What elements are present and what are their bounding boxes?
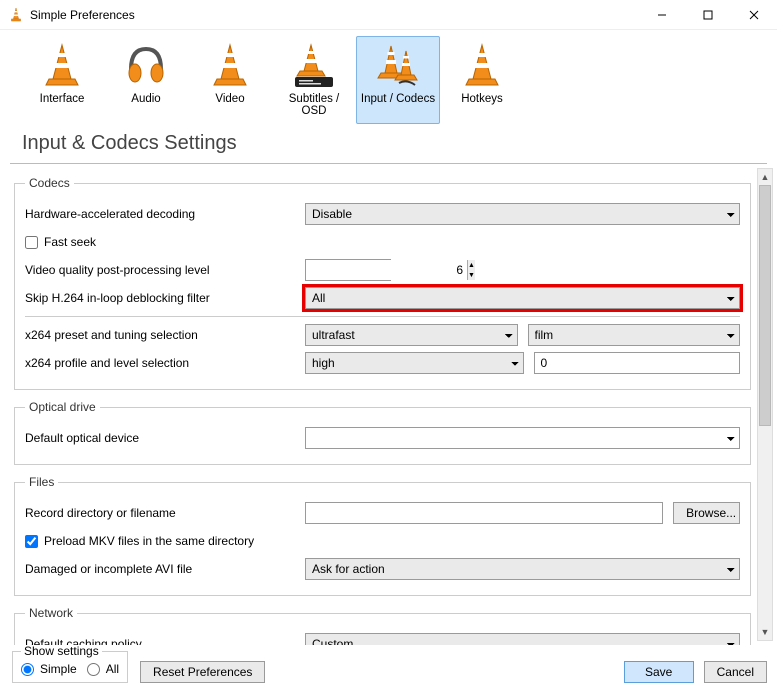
category-toolbar: Interface Audio Video: [0, 30, 777, 126]
tab-hotkeys[interactable]: Hotkeys: [440, 36, 524, 124]
vertical-scrollbar[interactable]: ▲ ▼: [757, 168, 773, 641]
show-simple-label: Simple: [40, 662, 77, 676]
files-legend: Files: [25, 475, 58, 489]
hw-decoding-label: Hardware-accelerated decoding: [25, 207, 305, 221]
maximize-button[interactable]: [685, 0, 731, 30]
titlebar: Simple Preferences: [0, 0, 777, 30]
x264-preset-label: x264 preset and tuning selection: [25, 328, 305, 342]
optical-legend: Optical drive: [25, 400, 100, 414]
optical-group: Optical drive Default optical device: [14, 400, 751, 465]
tab-label: Audio: [107, 93, 185, 105]
network-group: Network Default caching policy Custom HT…: [14, 606, 751, 645]
video-icon: [191, 41, 269, 91]
settings-pane: Codecs Hardware-accelerated decoding Dis…: [0, 164, 777, 645]
tab-label: Video: [191, 93, 269, 105]
window-title: Simple Preferences: [30, 8, 135, 22]
minimize-button[interactable]: [639, 0, 685, 30]
tab-label: Interface: [23, 93, 101, 105]
scroll-down-icon[interactable]: ▼: [758, 624, 772, 640]
pp-level-label: Video quality post-processing level: [25, 263, 305, 277]
show-all-label: All: [106, 662, 119, 676]
scroll-up-icon[interactable]: ▲: [758, 169, 772, 185]
x264-tuning-select[interactable]: film: [528, 324, 741, 346]
tab-interface[interactable]: Interface: [20, 36, 104, 124]
vlc-cone-icon: [8, 7, 24, 23]
tab-audio[interactable]: Audio: [104, 36, 188, 124]
footer-bar: Show settings Simple All Reset Preferenc…: [0, 648, 777, 691]
tab-label: Subtitles / OSD: [275, 93, 353, 117]
fast-seek-label: Fast seek: [44, 235, 96, 249]
damaged-avi-label: Damaged or incomplete AVI file: [25, 562, 305, 576]
show-all-radio[interactable]: All: [87, 662, 119, 676]
x264-level-input[interactable]: [534, 352, 741, 374]
show-settings-legend: Show settings: [21, 644, 102, 658]
reset-preferences-button[interactable]: Reset Preferences: [140, 661, 265, 683]
pp-level-spinner[interactable]: ▲ ▼: [305, 259, 391, 281]
optical-device-select[interactable]: [305, 427, 740, 449]
x264-profile-select[interactable]: high: [305, 352, 524, 374]
hw-decoding-select[interactable]: Disable: [305, 203, 740, 225]
save-button[interactable]: Save: [624, 661, 694, 683]
pp-level-input[interactable]: [306, 260, 467, 280]
tab-input-codecs[interactable]: Input / Codecs: [356, 36, 440, 124]
interface-icon: [23, 41, 101, 91]
scrollbar-thumb[interactable]: [759, 185, 771, 426]
record-dir-input[interactable]: [305, 502, 663, 524]
tab-label: Hotkeys: [443, 93, 521, 105]
skip-deblock-label: Skip H.264 in-loop deblocking filter: [25, 291, 305, 305]
optical-device-label: Default optical device: [25, 431, 305, 445]
spin-up-icon[interactable]: ▲: [468, 260, 475, 270]
input-codecs-icon: [359, 41, 437, 91]
subtitles-icon: [275, 41, 353, 91]
damaged-avi-select[interactable]: Ask for action: [305, 558, 740, 580]
show-settings-group: Show settings Simple All: [12, 644, 128, 683]
files-group: Files Record directory or filename Brows…: [14, 475, 751, 596]
cancel-button[interactable]: Cancel: [704, 661, 767, 683]
codecs-group: Codecs Hardware-accelerated decoding Dis…: [14, 176, 751, 390]
x264-profile-label: x264 profile and level selection: [25, 356, 305, 370]
tab-video[interactable]: Video: [188, 36, 272, 124]
browse-button[interactable]: Browse...: [673, 502, 740, 524]
divider: [25, 316, 740, 317]
tab-subtitles[interactable]: Subtitles / OSD: [272, 36, 356, 124]
x264-preset-select[interactable]: ultrafast: [305, 324, 518, 346]
skip-deblock-select[interactable]: All: [305, 287, 740, 309]
preload-mkv-label: Preload MKV files in the same directory: [44, 534, 254, 548]
record-dir-label: Record directory or filename: [25, 506, 305, 520]
show-simple-radio[interactable]: Simple: [21, 662, 77, 676]
codecs-legend: Codecs: [25, 176, 74, 190]
fast-seek-checkbox[interactable]: Fast seek: [25, 235, 96, 249]
page-title: Input & Codecs Settings: [10, 128, 767, 164]
network-legend: Network: [25, 606, 77, 620]
spin-down-icon[interactable]: ▼: [468, 270, 475, 280]
close-button[interactable]: [731, 0, 777, 30]
audio-icon: [107, 41, 185, 91]
preload-mkv-checkbox[interactable]: Preload MKV files in the same directory: [25, 534, 254, 548]
caching-select[interactable]: Custom: [305, 633, 740, 645]
tab-label: Input / Codecs: [359, 93, 437, 105]
hotkeys-icon: [443, 41, 521, 91]
